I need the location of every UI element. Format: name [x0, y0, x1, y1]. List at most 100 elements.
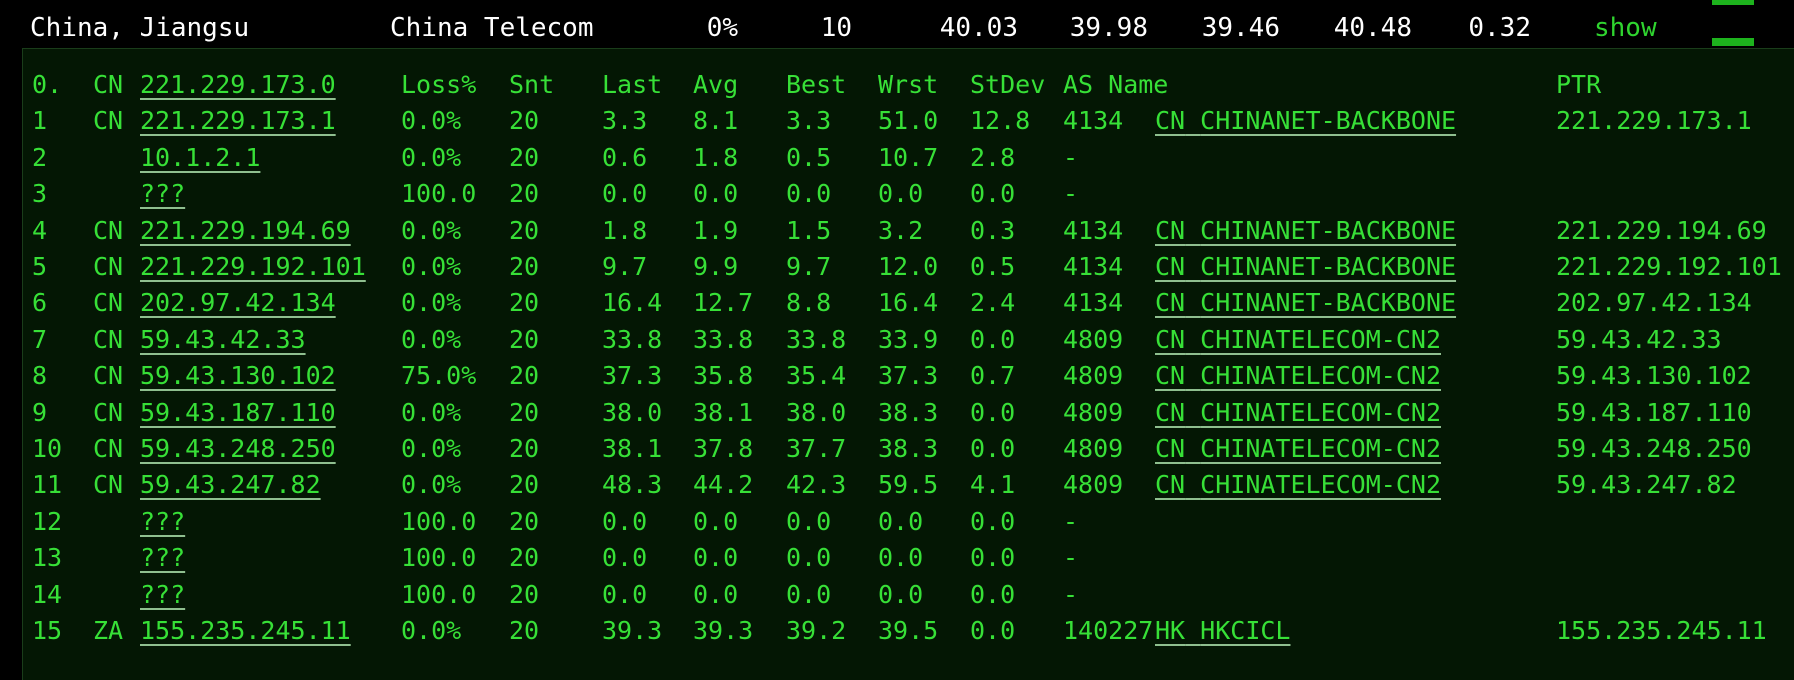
hop-asn: 4809 [1063, 397, 1124, 427]
hop-as-link[interactable]: 4809 CN CHINATELECOM-CN2 [1063, 467, 1441, 503]
header-as-name: AS Name [1063, 70, 1169, 99]
hop-worst: 59.5 [878, 470, 939, 500]
hop-as-name: CHINANET-BACKBONE [1200, 252, 1457, 281]
hop-as-empty: - [1063, 506, 1079, 536]
hop-as-link[interactable]: 4134 CN CHINANET-BACKBONE [1063, 103, 1456, 139]
hop-as-link[interactable]: 4809 CN CHINATELECOM-CN2 [1063, 431, 1441, 467]
hop-stdev: 0.3 [970, 215, 1016, 245]
hop-as-link[interactable]: 4134 CN CHINANET-BACKBONE [1063, 213, 1456, 249]
hop-host-link[interactable]: ??? [140, 176, 185, 212]
header-wrst: Wrst [878, 70, 939, 99]
hop-as-country: CN [1155, 106, 1186, 136]
hop-as-country: CN [1155, 288, 1186, 318]
summary-best: 39.46 [1201, 13, 1280, 43]
hop-row: 13??? 100.0 20 0.0 0.0 0.0 0.0 0.0 - [23, 540, 1794, 576]
hop-as-link[interactable]: 140227HK HKCICL [1063, 613, 1290, 649]
hop-host-link[interactable]: 59.43.187.110 [140, 395, 336, 431]
hop-host-link[interactable]: 59.43.248.250 [140, 431, 336, 467]
hop-stdev: 0.5 [970, 252, 1016, 281]
hop-host-link[interactable]: 155.235.245.11 [140, 613, 351, 649]
hop-best: 0.0 [786, 179, 832, 209]
node-isp: China Telecom [390, 13, 594, 43]
hop-avg: 35.8 [693, 361, 754, 391]
hop-ptr: 202.97.42.134 [1556, 288, 1752, 318]
hop-host-link[interactable]: 59.43.130.102 [140, 358, 336, 394]
hop-as-country: CN [1155, 361, 1186, 391]
hop-worst: 10.7 [878, 142, 939, 172]
hop-last: 39.3 [602, 616, 663, 645]
hop-best: 8.8 [786, 288, 832, 318]
hop-last: 1.8 [602, 215, 648, 245]
hop-sent: 20 [509, 179, 540, 209]
hop-host-link[interactable]: 59.43.247.82 [140, 467, 321, 503]
hop-as-name: CHINATELECOM-CN2 [1200, 361, 1441, 391]
hop-last: 33.8 [602, 324, 663, 354]
hop-stdev: 0.0 [970, 543, 1016, 573]
hop-best: 37.7 [786, 434, 847, 463]
hop-asn: 4134 [1063, 215, 1124, 245]
summary-last: 40.03 [939, 13, 1018, 43]
hop-best: 9.7 [786, 252, 832, 281]
hop-host-link[interactable]: 221.229.192.101 [140, 249, 366, 285]
hop-as-link[interactable]: 4134 CN CHINANET-BACKBONE [1063, 249, 1456, 285]
hop-as-link[interactable]: 4809 CN CHINATELECOM-CN2 [1063, 395, 1441, 431]
hop-number: 15 [32, 616, 63, 645]
header-host-link[interactable]: 221.229.173.0 [140, 67, 336, 103]
hop-worst: 39.5 [878, 616, 939, 645]
hop-stdev: 0.0 [970, 616, 1016, 645]
hop-sent: 20 [509, 506, 540, 536]
header-best: Best [786, 70, 847, 99]
hop-as-link[interactable]: 4809 CN CHINATELECOM-CN2 [1063, 322, 1441, 358]
hop-ptr: 59.43.187.110 [1556, 397, 1752, 427]
hop-stdev: 0.0 [970, 434, 1016, 463]
hop-asn: 4809 [1063, 470, 1124, 500]
hop-as-empty: - [1063, 543, 1079, 573]
hop-loss: 0.0% [401, 142, 462, 172]
hop-best: 0.0 [786, 579, 832, 609]
hop-country: CN [93, 106, 124, 136]
hop-ptr: 221.229.173.1 [1556, 106, 1752, 136]
hop-best: 35.4 [786, 361, 847, 391]
hop-number: 14 [32, 579, 63, 609]
hop-host-link[interactable]: 10.1.2.1 [140, 140, 260, 176]
hop-as-country: HK [1155, 616, 1186, 645]
hop-row: 12??? 100.0 20 0.0 0.0 0.0 0.0 0.0 - [23, 504, 1794, 540]
scroll-indicator-top [1712, 0, 1754, 5]
hop-row: 8 CN 59.43.130.102 75.0% 20 37.3 35.8 35.4 37.3 0… [23, 358, 1794, 394]
hop-host-link[interactable]: 59.43.42.33 [140, 322, 306, 358]
summary-avg: 39.98 [1069, 13, 1148, 43]
hop-sent: 20 [509, 543, 540, 573]
hop-country: CN [93, 397, 124, 427]
hop-number: 4 [32, 215, 48, 245]
hop-row: 14??? 100.0 20 0.0 0.0 0.0 0.0 0.0 - [23, 577, 1794, 613]
hop-avg: 38.1 [693, 397, 754, 427]
hop-host-link[interactable]: 221.229.194.69 [140, 213, 351, 249]
hop-host-link[interactable]: ??? [140, 540, 185, 576]
hop-ptr: 59.43.42.33 [1556, 324, 1722, 354]
hop-host-link[interactable]: 202.97.42.134 [140, 285, 336, 321]
hop-stdev: 0.0 [970, 397, 1016, 427]
hop-as-name: CHINATELECOM-CN2 [1200, 324, 1441, 354]
hop-number: 5 [32, 252, 48, 281]
show-toggle-link[interactable]: show [1594, 8, 1657, 48]
hop-stdev: 12.8 [970, 106, 1031, 136]
hop-host-link[interactable]: 221.229.173.1 [140, 103, 336, 139]
hop-host-link[interactable]: ??? [140, 577, 185, 613]
hop-last: 38.0 [602, 397, 663, 427]
hop-country: ZA [93, 616, 124, 645]
hop-as-name: HKCICL [1200, 616, 1291, 645]
hop-ptr: 59.43.248.250 [1556, 434, 1752, 463]
hop-as-link[interactable]: 4809 CN CHINATELECOM-CN2 [1063, 358, 1441, 394]
hop-number: 2 [32, 142, 48, 172]
hop-worst: 3.2 [878, 215, 924, 245]
hop-last: 9.7 [602, 252, 648, 281]
hop-row: 3??? 100.0 20 0.0 0.0 0.0 0.0 0.0 - [23, 176, 1794, 212]
hop-best: 38.0 [786, 397, 847, 427]
hop-worst: 38.3 [878, 434, 939, 463]
hop-best: 33.8 [786, 324, 847, 354]
hop-as-name: CHINANET-BACKBONE [1200, 106, 1457, 136]
hop-as-link[interactable]: 4134 CN CHINANET-BACKBONE [1063, 285, 1456, 321]
hop-worst: 16.4 [878, 288, 939, 318]
hop-stdev: 2.4 [970, 288, 1016, 318]
hop-host-link[interactable]: ??? [140, 504, 185, 540]
